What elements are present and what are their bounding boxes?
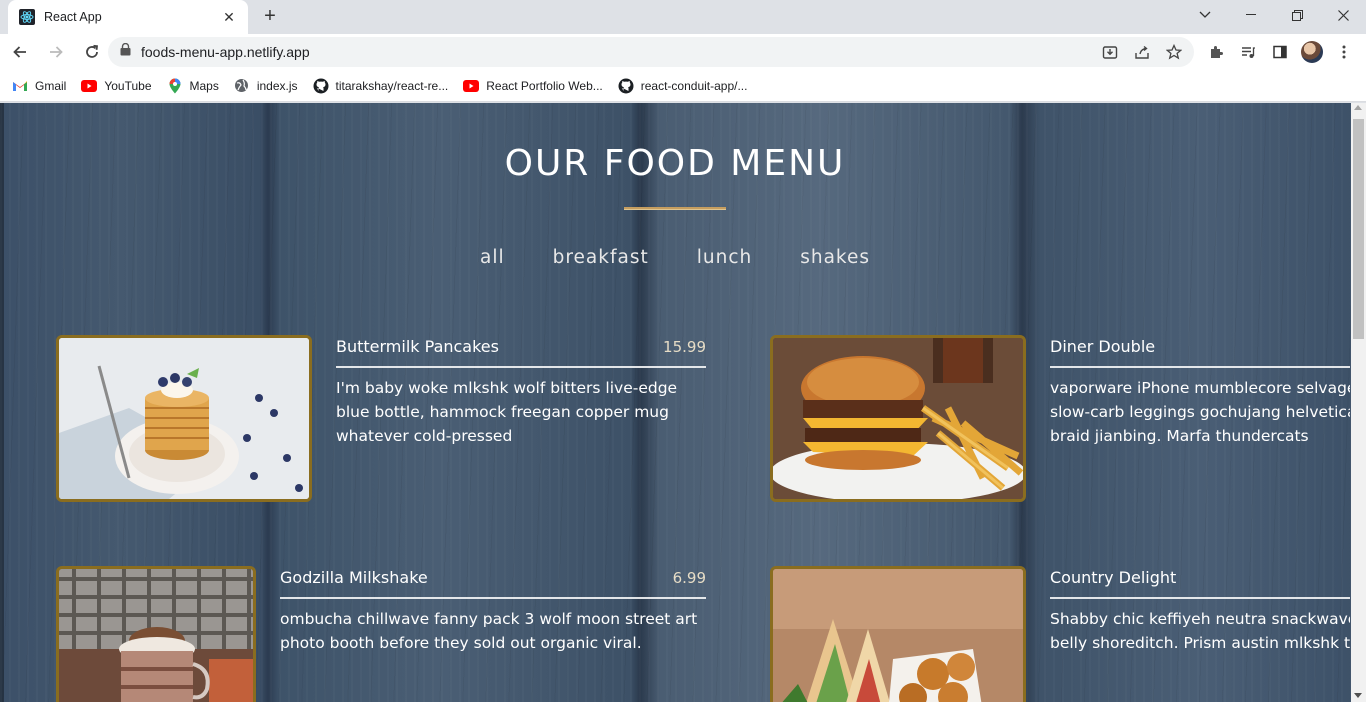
item-divider [336, 366, 706, 368]
browser-tabstrip: React App ✕ + [0, 0, 1366, 34]
gmail-icon [12, 78, 28, 94]
new-tab-button[interactable]: + [258, 5, 282, 29]
tab-search-icon[interactable] [1182, 0, 1228, 30]
item-divider [1050, 597, 1350, 599]
scrollbar-thumb[interactable] [1353, 119, 1364, 339]
minimize-button[interactable] [1228, 0, 1274, 30]
item-description: Shabby chic keffiyeh neutra snackwave po… [1050, 607, 1350, 655]
youtube-icon [81, 78, 98, 94]
pancakes-photo [56, 335, 312, 502]
burger-photo [770, 335, 1026, 502]
bookmark-react-conduit[interactable]: react-conduit-app/... [618, 78, 748, 94]
browser-toolbar: foods-menu-app.netlify.app [0, 34, 1366, 70]
filter-breakfast-button[interactable]: breakfast [529, 247, 673, 268]
milkshake-photo [56, 566, 256, 702]
page-title: OUR FOOD MENU [504, 143, 846, 184]
reload-button[interactable] [76, 36, 108, 68]
title-underline [624, 207, 726, 210]
item-name: Country Delight [1050, 568, 1177, 587]
item-description-text: vaporware iPhone mumblecore selvage deni… [1050, 379, 1350, 445]
bookmark-label: titarakshay/react-re... [335, 78, 449, 93]
item-name: Godzilla Milkshake [280, 568, 428, 587]
item-price: 15.99 [663, 338, 706, 356]
page-scrollbar[interactable] [1351, 103, 1366, 702]
bookmark-youtube[interactable]: YouTube [81, 78, 152, 94]
url-text[interactable]: foods-menu-app.netlify.app [141, 44, 1094, 60]
tab-title: React App [44, 10, 102, 24]
item-divider [280, 597, 706, 599]
browser-tab[interactable]: React App ✕ [8, 0, 248, 34]
bookmark-github-react-re[interactable]: titarakshay/react-re... [313, 78, 449, 94]
address-bar[interactable]: foods-menu-app.netlify.app [108, 37, 1194, 67]
youtube-icon [463, 78, 480, 94]
bookmark-label: index.js [256, 78, 298, 93]
item-description: I'm baby woke mlkshk wolf bitters live-e… [336, 379, 678, 445]
window-controls [1182, 0, 1366, 30]
category-filters: all breakfast lunch shakes [0, 247, 1350, 268]
item-price: 6.99 [672, 569, 706, 587]
bookmark-label: react-conduit-app/... [640, 78, 748, 93]
item-description-text: Shabby chic keffiyeh neutra snackwave po… [1050, 610, 1350, 652]
item-description: ombucha chillwave fanny pack 3 wolf moon… [280, 610, 698, 652]
bookmark-label: YouTube [104, 78, 152, 93]
bookmark-gmail[interactable]: Gmail [12, 78, 66, 94]
item-description: vaporware iPhone mumblecore selvage deni… [1050, 376, 1350, 448]
globe-icon [234, 78, 250, 94]
page-viewport: OUR FOOD MENU all breakfast lunch shakes [0, 103, 1366, 702]
avatar [1301, 41, 1323, 63]
item-name: Buttermilk Pancakes [336, 337, 499, 356]
github-icon [618, 78, 634, 94]
side-panel-icon[interactable] [1264, 36, 1296, 68]
bookmarks-bar: Gmail YouTube Maps index.js titarakshay/… [0, 70, 1366, 102]
extensions-icon[interactable] [1200, 36, 1232, 68]
filter-shakes-button[interactable]: shakes [776, 247, 894, 268]
bookmark-react-portfolio[interactable]: React Portfolio Web... [463, 78, 603, 94]
back-button[interactable] [4, 36, 36, 68]
bookmark-label: React Portfolio Web... [486, 78, 603, 93]
restore-button[interactable] [1274, 0, 1320, 30]
filter-lunch-button[interactable]: lunch [673, 247, 777, 268]
install-app-icon[interactable] [1094, 38, 1126, 66]
item-divider [1050, 366, 1350, 368]
filter-all-button[interactable]: all [456, 247, 529, 268]
forward-button[interactable] [40, 36, 72, 68]
close-window-button[interactable] [1320, 0, 1366, 30]
bookmark-index-js[interactable]: index.js [234, 78, 298, 94]
sandwich-photo [770, 566, 1026, 702]
profile-avatar[interactable] [1296, 36, 1328, 68]
lock-icon [120, 42, 131, 61]
github-icon [313, 78, 329, 94]
scroll-up-arrow-icon[interactable] [1354, 105, 1362, 110]
close-tab-icon[interactable]: ✕ [220, 9, 238, 26]
scroll-down-arrow-icon[interactable] [1354, 693, 1362, 698]
item-name: Diner Double [1050, 337, 1156, 356]
media-control-icon[interactable] [1232, 36, 1264, 68]
bookmark-label: Gmail [35, 78, 67, 93]
browser-menu-icon[interactable] [1328, 36, 1360, 68]
maps-icon [167, 78, 183, 94]
share-icon[interactable] [1126, 38, 1158, 66]
bookmark-star-icon[interactable] [1158, 38, 1190, 66]
bookmark-label: Maps [189, 78, 219, 93]
bookmark-maps[interactable]: Maps [167, 78, 219, 94]
react-icon [18, 8, 36, 26]
